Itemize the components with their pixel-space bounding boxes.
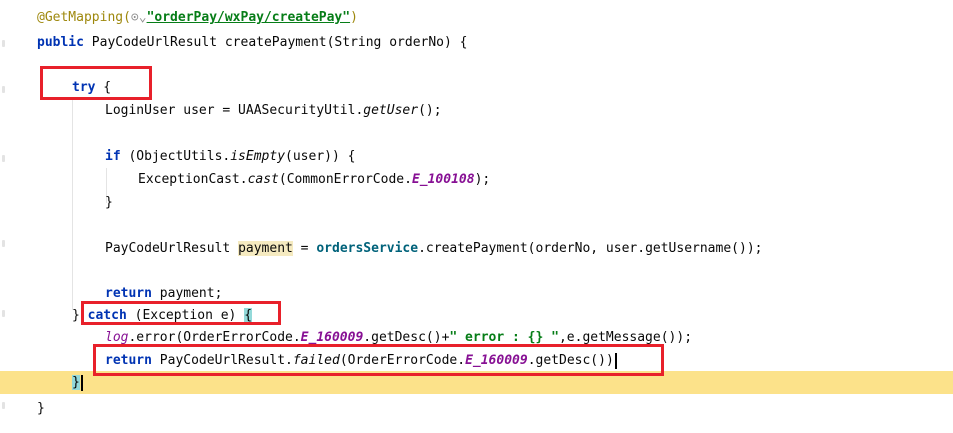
try-close-brace: } bbox=[72, 308, 80, 323]
if-close-brace: } bbox=[105, 195, 113, 210]
method-close-brace: } bbox=[37, 401, 45, 416]
method-cast: cast bbox=[247, 172, 279, 187]
code-text: LoginUser user = UAASecurityUtil. bbox=[105, 103, 364, 118]
code-line-if[interactable]: if (ObjectUtils.isEmpty(user)) { bbox=[0, 145, 953, 168]
annotation-getmapping: @GetMapping( bbox=[37, 10, 131, 25]
code-text: (); bbox=[418, 103, 442, 118]
constant-e100108: E_100108 bbox=[411, 172, 475, 187]
keyword-public: public bbox=[37, 35, 84, 50]
code-line-payment[interactable]: PayCodeUrlResult payment = ordersService… bbox=[0, 237, 953, 260]
method-isempty: isEmpty bbox=[230, 149, 286, 164]
code-line-1[interactable]: @GetMapping(⊙⌄"orderPay/wxPay/createPay"… bbox=[0, 6, 953, 29]
code-text: payment; bbox=[151, 286, 223, 301]
field-ordersservice: ordersService bbox=[316, 241, 419, 256]
code-line-2[interactable]: public PayCodeUrlResult createPayment(St… bbox=[0, 31, 953, 54]
variable-payment: payment bbox=[238, 241, 293, 256]
log-string: " error : {} " bbox=[449, 330, 559, 345]
keyword-if: if bbox=[105, 149, 121, 164]
highlight-box-return-failed bbox=[93, 344, 664, 376]
code-text: ,e.getMessage()); bbox=[558, 330, 693, 345]
code-text: (ObjectUtils. bbox=[120, 149, 231, 164]
catch-close-brace: } bbox=[72, 375, 80, 390]
mapping-path-string[interactable]: "orderPay/wxPay/createPay" bbox=[147, 10, 351, 25]
highlight-box-catch bbox=[81, 301, 281, 325]
method-signature: PayCodeUrlResult createPayment(String or… bbox=[83, 35, 468, 50]
keyword-return: return bbox=[105, 286, 152, 301]
code-text: ); bbox=[474, 172, 491, 187]
code-text: .error(OrderErrorCode. bbox=[128, 330, 301, 345]
text-cursor bbox=[80, 374, 83, 391]
code-text: .getDesc()+ bbox=[363, 330, 450, 345]
code-text: .createPayment(orderNo, user.getUsername… bbox=[418, 241, 763, 256]
field-log: log bbox=[105, 330, 129, 345]
web-link-icon[interactable]: ⊙⌄ bbox=[131, 10, 147, 25]
code-line-if-close[interactable]: } bbox=[0, 191, 953, 214]
method-getuser: getUser bbox=[363, 103, 419, 118]
annotation-close: ) bbox=[350, 10, 358, 25]
code-text: ExceptionCast. bbox=[138, 172, 248, 187]
constant-e160009: E_160009 bbox=[300, 330, 364, 345]
code-text: PayCodeUrlResult bbox=[105, 241, 239, 256]
code-text: (CommonErrorCode. bbox=[278, 172, 412, 187]
code-text: = bbox=[292, 241, 317, 256]
highlight-box-try bbox=[40, 66, 152, 100]
code-text: (user)) { bbox=[285, 149, 356, 164]
code-line-getuser[interactable]: LoginUser user = UAASecurityUtil.getUser… bbox=[0, 99, 953, 122]
code-line-method-close[interactable]: } bbox=[0, 397, 953, 420]
code-line-cast[interactable]: ExceptionCast.cast(CommonErrorCode.E_100… bbox=[0, 168, 953, 191]
